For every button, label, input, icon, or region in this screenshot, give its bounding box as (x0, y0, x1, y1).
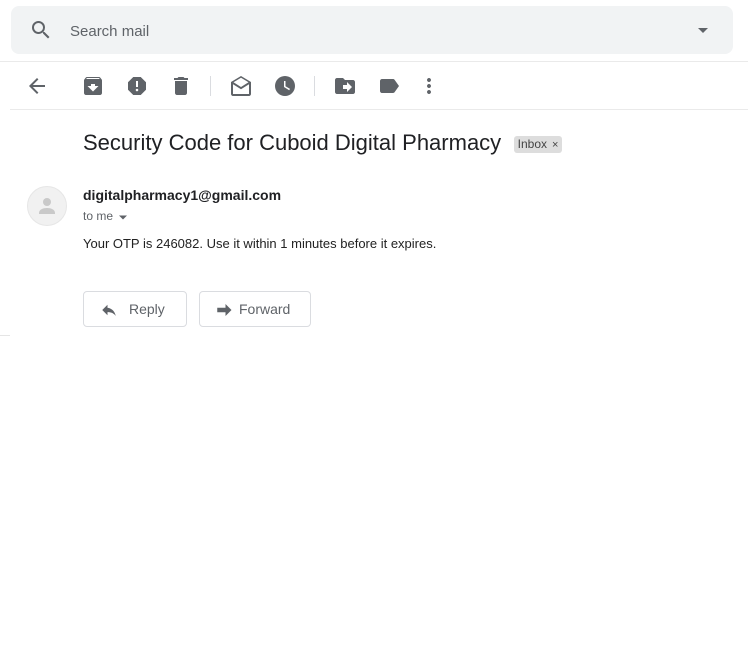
email-body: Your OTP is 246082. Use it within 1 minu… (83, 236, 437, 251)
label-chip-text: Inbox (517, 136, 547, 151)
reply-label: Reply (129, 301, 165, 317)
divider (10, 109, 748, 110)
remove-label-close-icon[interactable]: × (552, 139, 558, 151)
inbox-label-chip[interactable]: Inbox × (513, 135, 563, 153)
forward-arrow-icon (217, 304, 232, 316)
more-options-icon[interactable] (417, 74, 441, 98)
recipient-details[interactable]: to me (83, 209, 129, 223)
archive-icon[interactable] (81, 74, 105, 98)
search-input[interactable] (68, 19, 672, 43)
search-icon[interactable] (29, 18, 53, 42)
email-subject: Security Code for Cuboid Digital Pharmac… (83, 130, 502, 155)
person-icon (39, 198, 55, 214)
report-spam-icon[interactable] (125, 74, 149, 98)
divider (0, 335, 10, 336)
toolbar-separator (314, 76, 315, 96)
sender-email[interactable]: digitalpharmacy1@gmail.com (83, 187, 281, 203)
delete-trash-icon[interactable] (169, 74, 193, 98)
snooze-clock-icon[interactable] (273, 74, 297, 98)
toolbar-separator (210, 76, 211, 96)
search-bar (11, 6, 733, 54)
back-arrow-icon[interactable] (25, 74, 49, 98)
subject-row: Security Code for Cuboid Digital Pharmac… (83, 130, 563, 160)
search-options-dropdown-icon[interactable] (691, 18, 715, 42)
forward-button[interactable]: Forward (199, 291, 311, 327)
label-tag-icon[interactable] (377, 74, 401, 98)
reply-arrow-icon (102, 304, 116, 316)
message-toolbar (0, 62, 748, 109)
forward-label: Forward (239, 301, 291, 317)
chevron-down-icon[interactable] (117, 211, 129, 223)
recipient-text: to me (83, 209, 114, 223)
move-to-folder-icon[interactable] (333, 74, 357, 98)
sender-avatar (27, 186, 67, 226)
mark-as-unread-icon[interactable] (229, 74, 253, 98)
reply-button[interactable]: Reply (83, 291, 187, 327)
